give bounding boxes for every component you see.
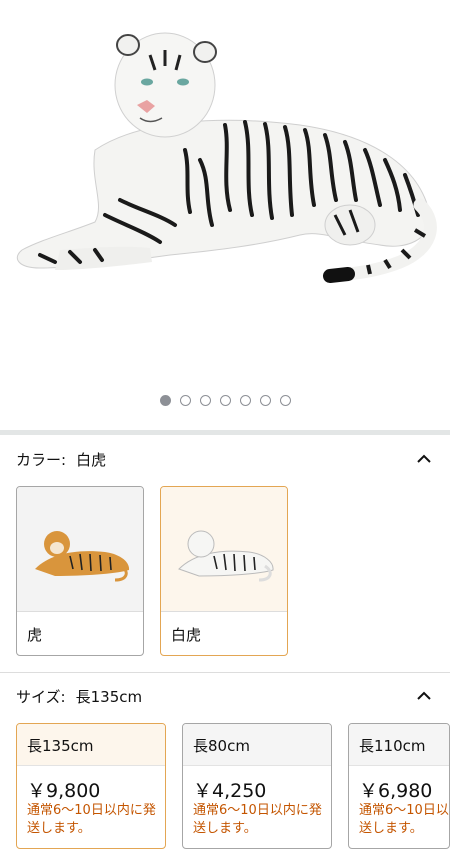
- white-tiger-thumbnail: [161, 487, 287, 612]
- size-selected-value: 長135cm: [75, 687, 143, 706]
- chevron-up-icon[interactable]: [416, 688, 432, 704]
- white-tiger-icon: [178, 530, 274, 582]
- color-section-header[interactable]: カラー: 白虎: [0, 439, 450, 479]
- size-option-price: ￥6,980: [359, 780, 433, 802]
- color-label: カラー:: [16, 450, 67, 469]
- size-option-name: 長110cm: [349, 724, 449, 766]
- color-selected-value: 白虎: [76, 450, 107, 469]
- size-option-name: 長135cm: [17, 724, 165, 766]
- chevron-up-icon[interactable]: [416, 451, 432, 467]
- size-option-shipping: 通常6～10日以内に発送します。: [193, 803, 322, 836]
- size-option-135cm[interactable]: 長135cm ￥9,800 通常6～10日以内に発送します。: [16, 723, 166, 849]
- carousel-indicator[interactable]: [0, 395, 450, 409]
- size-option-110cm[interactable]: 長110cm ￥6,980 通常6～10日以内に発送します。: [348, 723, 450, 849]
- size-option-price: ￥4,250: [193, 780, 267, 802]
- carousel-dot-1[interactable]: [159, 395, 171, 406]
- size-option-price: ￥9,800: [27, 780, 101, 802]
- carousel-dot-6[interactable]: [259, 395, 271, 406]
- color-option-tiger[interactable]: 虎: [16, 486, 144, 656]
- divider: [0, 672, 450, 673]
- size-option-shipping: 通常6～10日以内に発送します。: [27, 803, 156, 836]
- tiger-thumbnail: [17, 487, 143, 612]
- size-option-name: 長80cm: [183, 724, 331, 766]
- white-tiger-illustration: [17, 32, 437, 283]
- section-divider: [0, 430, 450, 435]
- size-label: サイズ:: [16, 687, 66, 706]
- carousel-dot-7[interactable]: [279, 395, 291, 406]
- color-option-name: 白虎: [171, 626, 202, 644]
- color-option-white-tiger[interactable]: 白虎: [160, 486, 288, 656]
- carousel-dot-4[interactable]: [219, 395, 231, 406]
- orange-tiger-icon: [35, 531, 130, 582]
- carousel-dot-2[interactable]: [179, 395, 191, 406]
- size-section-header[interactable]: サイズ: 長135cm: [0, 676, 450, 716]
- carousel-dot-3[interactable]: [199, 395, 211, 406]
- size-option-shipping: 通常6～10日以内に発送します。: [359, 803, 449, 836]
- carousel-dot-5[interactable]: [239, 395, 251, 406]
- size-option-80cm[interactable]: 長80cm ￥4,250 通常6～10日以内に発送します。: [182, 723, 332, 849]
- color-option-name: 虎: [27, 626, 43, 644]
- product-image[interactable]: [0, 0, 450, 380]
